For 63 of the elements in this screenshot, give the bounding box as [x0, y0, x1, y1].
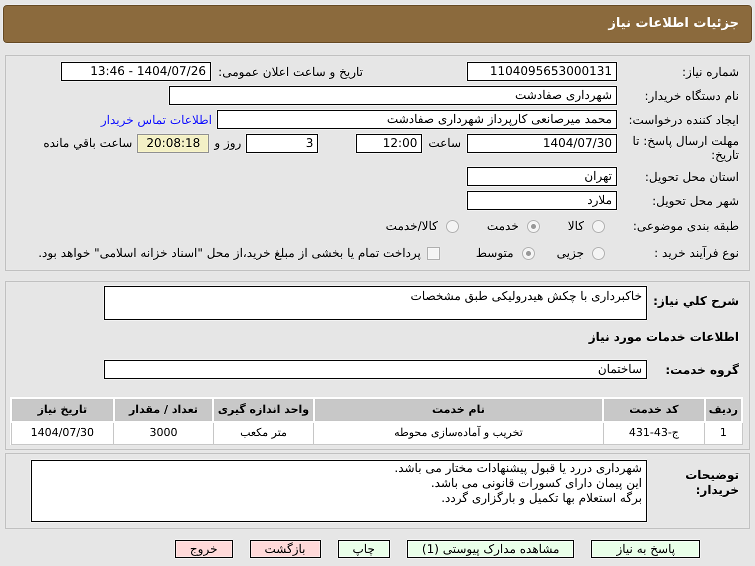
contact-link[interactable]: اطلاعات تماس خریدار — [100, 110, 212, 128]
comment-line: شهرداری دررد یا قبول پیشنهادات مختار می باشد. — [393, 460, 642, 476]
text-field[interactable]: 1404/07/26 - 13:46 — [61, 62, 211, 81]
comment-line: این پیمان دارای کسورات قانونی می باشد. — [430, 476, 642, 490]
field-label: مهلت ارسال پاسخ: تا تاریخ: — [631, 134, 739, 162]
column-header: نام خدمت — [314, 398, 604, 422]
text-field[interactable]: 3 — [246, 134, 318, 153]
radio-button[interactable] — [522, 246, 535, 260]
radio-label: جزیی — [556, 245, 584, 262]
radio-button[interactable] — [526, 220, 540, 232]
field-label: شهر محل تحویل: — [651, 192, 739, 210]
text-field[interactable]: ساختمان — [104, 360, 647, 379]
description-field[interactable]: خاکبرداری با چکش هیدرولیکی طبق مشخصات — [104, 286, 647, 320]
checkbox[interactable] — [426, 246, 440, 260]
table-cell: تخریب و آماده‌سازی محوطه — [314, 422, 604, 444]
field-label: شرح کلي نیاز: — [652, 293, 739, 310]
action-button[interactable]: چاپ — [338, 540, 390, 558]
field-label: توضیحات خریدار: — [684, 468, 739, 498]
radio-button[interactable] — [592, 246, 605, 260]
field-label: تاریخ و ساعت اعلان عمومی: — [217, 64, 363, 80]
remaining-label: ساعت باقي مانده — [43, 135, 132, 152]
action-button[interactable]: مشاهده مدارک پیوستی (1) — [406, 540, 574, 558]
field-label: استان محل تحویل: — [644, 168, 739, 186]
comment-line: برگه استعلام بها تکمیل و بارگزاری گردد. — [440, 490, 642, 506]
field-label: ایجاد کننده درخواست: — [627, 112, 739, 128]
radio-label: کالا/خدمت — [386, 218, 438, 235]
remaining-time: 20:08:18 — [137, 134, 210, 153]
column-header: ردیف — [704, 398, 742, 422]
text-field[interactable]: شهرداری صفادشت — [169, 86, 617, 105]
days-label: روز و — [214, 135, 242, 152]
text-field[interactable]: 1404/07/30 — [467, 134, 617, 153]
table-cell: 1404/07/30 — [11, 422, 114, 444]
action-button[interactable]: پاسخ به نیاز — [591, 540, 700, 558]
page-header: جزئیات اطلاعات نیاز — [3, 5, 752, 43]
time-label: ساعت — [428, 135, 461, 152]
comments-field[interactable]: شهرداری دررد یا قبول پیشنهادات مختار می باشد. این پیمان دارای کسورات قانونی می باشد. برگه استعلام بها تکمیل و بارگزاری گردد. — [31, 460, 647, 522]
checkbox-label: پرداخت تمام یا بخشی از مبلغ خرید،از محل "اسناد خزانه اسلامی" خواهد بود. — [38, 245, 421, 262]
radio-button[interactable] — [446, 220, 459, 232]
table-cell: 1 — [704, 422, 742, 444]
field-label: گروه خدمت: — [664, 362, 739, 378]
action-button[interactable]: بازگشت — [250, 540, 320, 558]
text-field[interactable]: 12:00 — [356, 134, 422, 153]
radio-label: خدمت — [486, 218, 519, 235]
text-field[interactable]: تهران — [467, 167, 617, 186]
radio-label: کالا — [568, 218, 584, 235]
column-header: واحد اندازه گیری — [213, 398, 314, 422]
text-field[interactable]: 1104095653000131 — [467, 62, 617, 81]
text-field[interactable]: محمد میرصانعی کارپرداز شهرداری صفادشت — [217, 110, 617, 129]
action-button[interactable]: خروج — [174, 540, 232, 558]
radio-label: متوسط — [476, 245, 514, 262]
section-heading: اطلاعات خدمات مورد نیاز — [587, 329, 739, 346]
field-label: طبقه بندی موضوعی: — [632, 218, 739, 235]
column-header: کد خدمت — [603, 398, 705, 422]
table-cell: ج-43-431 — [603, 422, 705, 444]
column-header: تاریخ نیاز — [11, 398, 114, 422]
table-cell: 3000 — [114, 422, 214, 444]
column-header: تعداد / مقدار — [114, 398, 214, 422]
field-label: شماره نیاز: — [681, 64, 739, 80]
field-label: نام دستگاه خریدار: — [644, 88, 739, 104]
field-label: نوع فرآیند خرید : — [653, 245, 739, 262]
table-cell: متر مکعب — [213, 422, 314, 444]
text-field[interactable]: ملارد — [467, 191, 617, 210]
radio-button[interactable] — [592, 220, 605, 232]
